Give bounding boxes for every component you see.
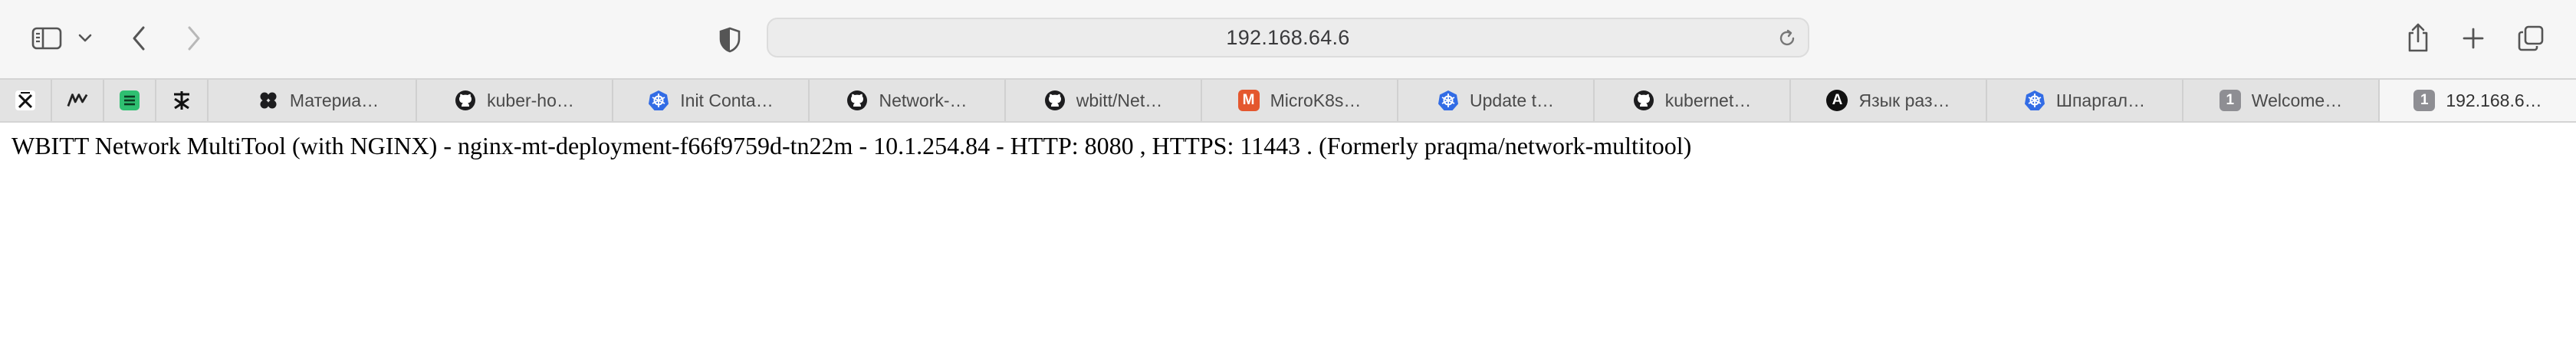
tab-label: wbitt/Net… (1076, 90, 1163, 110)
pinned-tab[interactable] (156, 80, 209, 121)
menu-lines-icon (119, 90, 140, 111)
github-icon (846, 90, 868, 111)
url-text[interactable]: 192.168.64.6 (768, 19, 1808, 56)
github-icon (1633, 90, 1654, 111)
sidebar-icon[interactable] (28, 23, 66, 54)
clover-icon (258, 90, 279, 111)
tab-label: Шпаргал… (2055, 90, 2146, 110)
number-badge-icon: 1 (2219, 90, 2241, 111)
tab[interactable]: Материа… (221, 80, 417, 121)
kubernetes-icon (2024, 90, 2045, 111)
tab-label: kuber-ho… (487, 90, 574, 110)
tab[interactable]: 1 Welcome… (2183, 80, 2380, 121)
tab[interactable]: A Язык раз… (1791, 80, 1987, 121)
privacy-shield-icon[interactable] (715, 25, 745, 55)
tab[interactable]: kuber-ho… (417, 80, 613, 121)
github-icon (1044, 90, 1066, 111)
number-badge: 1 (2219, 90, 2241, 111)
back-icon[interactable] (126, 21, 152, 55)
tab-label: MicroK8s… (1270, 90, 1362, 110)
tab-label: Welcome… (2251, 90, 2343, 110)
chevron-down-icon[interactable] (75, 29, 95, 48)
browser-toolbar: 192.168.64.6 (0, 0, 2576, 78)
tab-label: Update t… (1470, 90, 1554, 110)
pinned-tab[interactable] (104, 80, 156, 121)
forward-icon[interactable] (181, 21, 207, 55)
pinned-tab[interactable] (52, 80, 104, 121)
x-mark-icon (15, 90, 36, 111)
kubernetes-icon (1438, 90, 1459, 111)
tab[interactable]: kubernet… (1595, 80, 1791, 121)
tab-label: Материа… (289, 90, 380, 110)
new-tab-icon[interactable] (2458, 23, 2489, 54)
tab-active[interactable]: 1 192.168.6… (2380, 80, 2576, 121)
tab[interactable]: Update t… (1398, 80, 1595, 121)
github-icon (455, 90, 476, 111)
m-logo-icon (67, 90, 88, 111)
tab-label: Network-… (879, 90, 968, 110)
tab[interactable]: Init Conta… (613, 80, 810, 121)
cross-icon (171, 90, 192, 111)
tab-overview-icon[interactable] (2515, 23, 2547, 54)
tab[interactable]: wbitt/Net… (1006, 80, 1202, 121)
share-icon[interactable] (2403, 20, 2433, 55)
m-badge: M (1237, 90, 1260, 111)
address-bar[interactable]: 192.168.64.6 (767, 18, 1809, 58)
tab[interactable]: Шпаргал… (1987, 80, 2183, 121)
reload-icon[interactable] (1777, 28, 1797, 52)
m-badge-icon: M (1237, 90, 1260, 111)
a-badge-icon: A (1826, 90, 1848, 111)
tab[interactable]: Network-… (810, 80, 1006, 121)
number-badge: 1 (2413, 90, 2436, 111)
tab-label: 192.168.6… (2446, 90, 2542, 110)
kubernetes-icon (648, 90, 669, 111)
number-badge-icon: 1 (2413, 90, 2436, 111)
tab-label: Язык раз… (1858, 90, 1950, 110)
page-text: WBITT Network MultiTool (with NGINX) - n… (12, 132, 1692, 159)
tab[interactable]: M MicroK8s… (1202, 80, 1398, 121)
tab-label: kubernet… (1664, 90, 1752, 110)
a-badge: A (1826, 90, 1848, 111)
pinned-tab[interactable] (0, 80, 52, 121)
tab-label: Init Conta… (680, 90, 774, 110)
tab-bar: Материа… kuber-ho… Init Conta… Network-…… (0, 78, 2576, 123)
